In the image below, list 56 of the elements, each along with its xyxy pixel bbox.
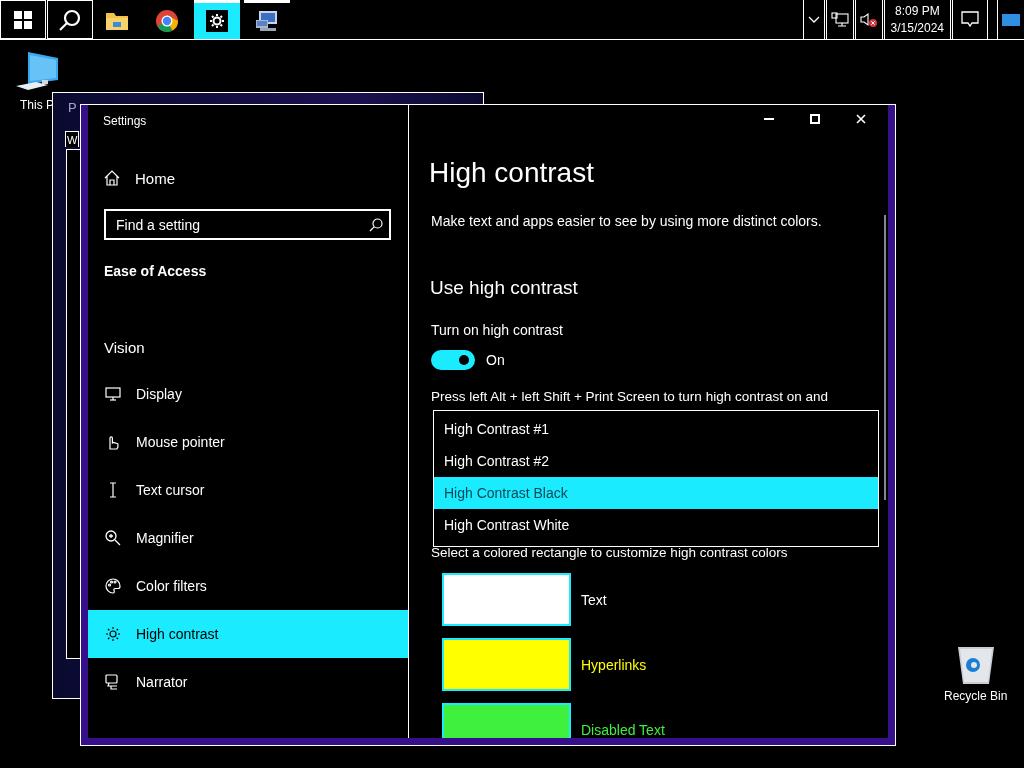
color-swatch[interactable] (442, 573, 571, 626)
search-field[interactable]: Find a setting (104, 209, 391, 240)
group-heading: Vision (104, 338, 145, 356)
start-button[interactable] (0, 0, 46, 39)
volume-button[interactable] (854, 0, 883, 39)
action-center-button[interactable] (952, 0, 988, 39)
window-title: Settings (103, 114, 147, 128)
dropdown-option[interactable]: High Contrast Black (434, 477, 878, 509)
nav-item[interactable]: High contrast (88, 610, 408, 658)
network-button[interactable] (825, 0, 854, 39)
color-label: Hyperlinks (581, 656, 647, 673)
network-icon (830, 11, 849, 28)
search-icon (58, 7, 82, 32)
colors-hint: Select a colored rectangle to customize high contrast colors (431, 545, 789, 561)
clock[interactable]: 8:09 PM 3/15/2024 (883, 0, 951, 39)
palette-icon (105, 578, 121, 594)
window-title: P (68, 100, 77, 115)
color-label: Disabled Text (581, 721, 665, 738)
clock-date: 3/15/2024 (890, 19, 944, 37)
computer-icon (255, 10, 279, 32)
maximize-icon (810, 114, 820, 124)
close-icon (856, 114, 866, 124)
browser-icon (155, 8, 179, 33)
tab[interactable]: W (65, 131, 80, 147)
home-icon (104, 170, 120, 186)
scrollbar[interactable] (884, 215, 886, 500)
clock-time: 8:09 PM (894, 2, 940, 20)
color-swatch[interactable] (442, 638, 571, 691)
taskbar-app-button[interactable] (194, 0, 240, 39)
monitor-icon (105, 387, 121, 401)
toggle-switch[interactable] (431, 350, 475, 370)
gear-icon (206, 10, 228, 32)
folder-icon (105, 10, 129, 31)
screen-icon (1002, 13, 1020, 26)
section-heading: Ease of Access (104, 263, 207, 279)
muted-speaker-icon (859, 11, 878, 28)
search-icon (369, 218, 383, 232)
shortcut-text: Press left Alt + left Shift + Print Screen to turn high contrast on and (431, 389, 829, 405)
minimize-icon (764, 118, 774, 120)
narrator-icon (105, 674, 121, 690)
toggle-label: Turn on high contrast (431, 322, 564, 338)
page-heading: High contrast (429, 156, 595, 190)
windows-logo-icon (14, 10, 32, 29)
speech-bubble-icon (961, 11, 979, 28)
search-button[interactable] (47, 0, 93, 39)
chevron-icon (807, 16, 820, 23)
page-description: Make text and apps easier to see by using more distinct colors. (431, 213, 823, 229)
desktop-icon-label: Recycle Bin (944, 689, 1008, 703)
sun-icon (105, 626, 121, 642)
subheading: Use high contrast (430, 276, 579, 300)
chevron-button[interactable] (802, 0, 825, 39)
toggle-state: On (486, 352, 505, 368)
magnifier-icon (105, 530, 121, 546)
color-label: Text (581, 591, 607, 608)
text-cursor-icon (108, 482, 118, 498)
home-nav-item[interactable]: Home (88, 154, 408, 202)
